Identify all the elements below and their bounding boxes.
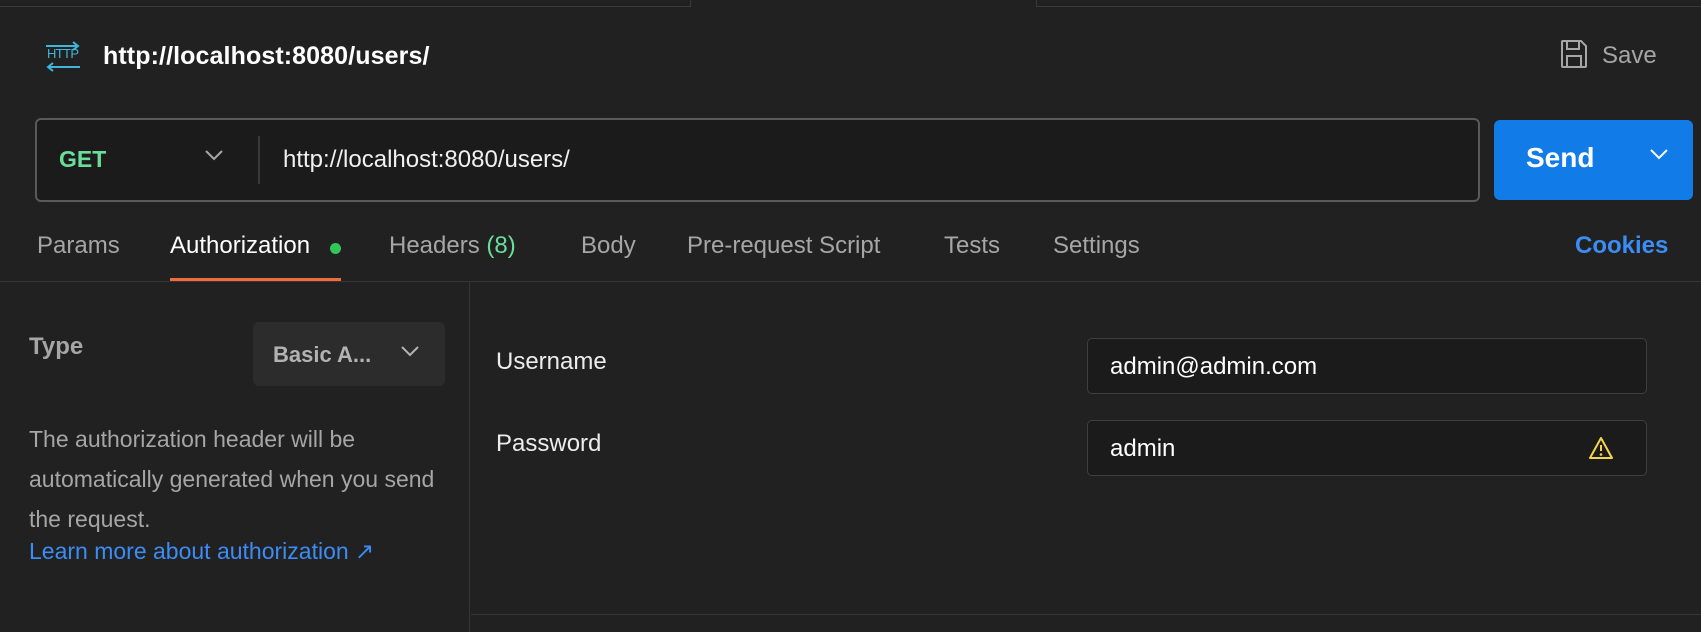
username-label: Username: [496, 348, 607, 375]
tab-strip-border: [1036, 6, 1701, 7]
auth-type-pane: Type Basic A... The authorization header…: [0, 282, 470, 632]
request-tabs: Params Authorization Headers (8) Body Pr…: [0, 228, 1701, 282]
method-select[interactable]: GET: [59, 146, 106, 173]
password-label: Password: [496, 430, 602, 457]
tab-headers-label: Headers: [389, 232, 480, 259]
top-tab-strip: [0, 0, 1701, 8]
chevron-down-icon[interactable]: [204, 148, 224, 167]
url-divider: [258, 136, 260, 184]
tab-strip-border: [0, 6, 690, 7]
tab-pre-request-script[interactable]: Pre-request Script: [687, 232, 880, 260]
warning-triangle-icon[interactable]: [1588, 436, 1614, 465]
username-field[interactable]: [1087, 338, 1647, 394]
tab-strip-divider: [690, 0, 691, 7]
auth-description: The authorization header will be automat…: [29, 426, 435, 532]
url-bar: GET: [35, 118, 1480, 202]
save-label: Save: [1602, 42, 1657, 69]
tab-settings[interactable]: Settings: [1053, 232, 1140, 260]
chevron-down-icon: [400, 344, 420, 363]
learn-more-link[interactable]: Learn more about authorization ↗: [29, 538, 374, 565]
password-field[interactable]: [1087, 420, 1647, 476]
url-input[interactable]: [283, 140, 1443, 180]
tab-params[interactable]: Params: [37, 232, 120, 260]
send-button[interactable]: Send: [1494, 120, 1693, 200]
cookies-link[interactable]: Cookies: [1575, 232, 1668, 260]
auth-type-label: Type: [29, 333, 84, 360]
save-button[interactable]: Save: [1560, 36, 1657, 76]
request-title-row: HTTP http://localhost:8080/users/ Save: [0, 30, 1701, 82]
send-label: Send: [1526, 142, 1595, 173]
auth-type-select[interactable]: Basic A...: [253, 322, 445, 386]
auth-type-value: Basic A...: [273, 342, 372, 367]
headers-count-badge: (8): [486, 232, 516, 259]
floppy-disk-icon: [1560, 39, 1588, 74]
tab-body[interactable]: Body: [581, 232, 636, 260]
request-title[interactable]: http://localhost:8080/users/: [103, 42, 430, 71]
username-input[interactable]: [1110, 347, 1580, 387]
http-icon: HTTP: [44, 40, 82, 74]
tab-tests[interactable]: Tests: [944, 232, 1000, 260]
status-dot: [330, 243, 341, 254]
password-input[interactable]: [1110, 429, 1580, 469]
auth-credentials-pane: Username Password: [471, 282, 1701, 632]
tab-headers[interactable]: Headers (8): [389, 232, 516, 260]
tab-authorization[interactable]: Authorization: [170, 232, 310, 260]
pane-bottom-divider: [471, 614, 1701, 615]
chevron-down-icon[interactable]: [1649, 147, 1669, 166]
